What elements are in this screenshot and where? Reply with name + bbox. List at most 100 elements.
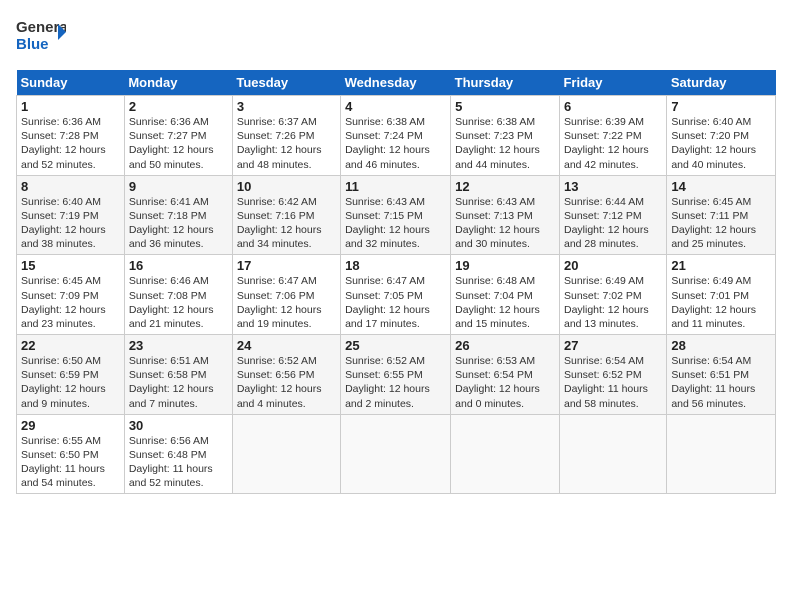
day-info: Sunrise: 6:54 AM Sunset: 6:52 PM Dayligh… <box>564 354 662 411</box>
day-number: 20 <box>564 258 662 273</box>
week-row-1: 1Sunrise: 6:36 AM Sunset: 7:28 PM Daylig… <box>17 96 776 176</box>
day-number: 7 <box>671 99 771 114</box>
day-number: 17 <box>237 258 336 273</box>
weekday-header-monday: Monday <box>124 70 232 96</box>
day-cell <box>341 414 451 494</box>
day-cell: 23Sunrise: 6:51 AM Sunset: 6:58 PM Dayli… <box>124 335 232 415</box>
day-cell: 4Sunrise: 6:38 AM Sunset: 7:24 PM Daylig… <box>341 96 451 176</box>
day-info: Sunrise: 6:52 AM Sunset: 6:56 PM Dayligh… <box>237 354 336 411</box>
day-cell <box>232 414 340 494</box>
day-cell: 19Sunrise: 6:48 AM Sunset: 7:04 PM Dayli… <box>451 255 560 335</box>
day-info: Sunrise: 6:43 AM Sunset: 7:13 PM Dayligh… <box>455 195 555 252</box>
day-info: Sunrise: 6:50 AM Sunset: 6:59 PM Dayligh… <box>21 354 120 411</box>
day-cell: 15Sunrise: 6:45 AM Sunset: 7:09 PM Dayli… <box>17 255 125 335</box>
day-number: 8 <box>21 179 120 194</box>
day-number: 5 <box>455 99 555 114</box>
day-info: Sunrise: 6:45 AM Sunset: 7:11 PM Dayligh… <box>671 195 771 252</box>
day-number: 12 <box>455 179 555 194</box>
day-info: Sunrise: 6:37 AM Sunset: 7:26 PM Dayligh… <box>237 115 336 172</box>
weekday-header-friday: Friday <box>559 70 666 96</box>
day-cell: 25Sunrise: 6:52 AM Sunset: 6:55 PM Dayli… <box>341 335 451 415</box>
calendar-table: SundayMondayTuesdayWednesdayThursdayFrid… <box>16 70 776 494</box>
day-cell: 12Sunrise: 6:43 AM Sunset: 7:13 PM Dayli… <box>451 175 560 255</box>
day-number: 21 <box>671 258 771 273</box>
day-info: Sunrise: 6:38 AM Sunset: 7:23 PM Dayligh… <box>455 115 555 172</box>
day-number: 29 <box>21 418 120 433</box>
day-info: Sunrise: 6:52 AM Sunset: 6:55 PM Dayligh… <box>345 354 446 411</box>
day-info: Sunrise: 6:51 AM Sunset: 6:58 PM Dayligh… <box>129 354 228 411</box>
weekday-header-wednesday: Wednesday <box>341 70 451 96</box>
day-info: Sunrise: 6:55 AM Sunset: 6:50 PM Dayligh… <box>21 434 120 491</box>
logo: GeneralBlue <box>16 16 66 60</box>
day-cell: 21Sunrise: 6:49 AM Sunset: 7:01 PM Dayli… <box>667 255 776 335</box>
day-number: 22 <box>21 338 120 353</box>
day-info: Sunrise: 6:38 AM Sunset: 7:24 PM Dayligh… <box>345 115 446 172</box>
day-number: 11 <box>345 179 446 194</box>
day-number: 18 <box>345 258 446 273</box>
day-cell <box>451 414 560 494</box>
day-number: 26 <box>455 338 555 353</box>
day-cell: 22Sunrise: 6:50 AM Sunset: 6:59 PM Dayli… <box>17 335 125 415</box>
day-cell: 3Sunrise: 6:37 AM Sunset: 7:26 PM Daylig… <box>232 96 340 176</box>
day-info: Sunrise: 6:40 AM Sunset: 7:20 PM Dayligh… <box>671 115 771 172</box>
day-number: 1 <box>21 99 120 114</box>
day-number: 24 <box>237 338 336 353</box>
day-number: 2 <box>129 99 228 114</box>
day-cell: 20Sunrise: 6:49 AM Sunset: 7:02 PM Dayli… <box>559 255 666 335</box>
day-cell: 13Sunrise: 6:44 AM Sunset: 7:12 PM Dayli… <box>559 175 666 255</box>
day-cell: 1Sunrise: 6:36 AM Sunset: 7:28 PM Daylig… <box>17 96 125 176</box>
day-cell: 5Sunrise: 6:38 AM Sunset: 7:23 PM Daylig… <box>451 96 560 176</box>
day-cell: 6Sunrise: 6:39 AM Sunset: 7:22 PM Daylig… <box>559 96 666 176</box>
day-cell: 2Sunrise: 6:36 AM Sunset: 7:27 PM Daylig… <box>124 96 232 176</box>
day-cell: 9Sunrise: 6:41 AM Sunset: 7:18 PM Daylig… <box>124 175 232 255</box>
day-cell: 10Sunrise: 6:42 AM Sunset: 7:16 PM Dayli… <box>232 175 340 255</box>
day-number: 27 <box>564 338 662 353</box>
day-info: Sunrise: 6:42 AM Sunset: 7:16 PM Dayligh… <box>237 195 336 252</box>
day-number: 6 <box>564 99 662 114</box>
header: GeneralBlue <box>16 16 776 60</box>
day-info: Sunrise: 6:47 AM Sunset: 7:06 PM Dayligh… <box>237 274 336 331</box>
day-number: 16 <box>129 258 228 273</box>
day-number: 25 <box>345 338 446 353</box>
day-cell: 8Sunrise: 6:40 AM Sunset: 7:19 PM Daylig… <box>17 175 125 255</box>
day-cell: 17Sunrise: 6:47 AM Sunset: 7:06 PM Dayli… <box>232 255 340 335</box>
day-number: 13 <box>564 179 662 194</box>
day-number: 4 <box>345 99 446 114</box>
day-cell: 24Sunrise: 6:52 AM Sunset: 6:56 PM Dayli… <box>232 335 340 415</box>
day-info: Sunrise: 6:36 AM Sunset: 7:28 PM Dayligh… <box>21 115 120 172</box>
day-info: Sunrise: 6:47 AM Sunset: 7:05 PM Dayligh… <box>345 274 446 331</box>
day-cell: 30Sunrise: 6:56 AM Sunset: 6:48 PM Dayli… <box>124 414 232 494</box>
day-info: Sunrise: 6:46 AM Sunset: 7:08 PM Dayligh… <box>129 274 228 331</box>
week-row-4: 22Sunrise: 6:50 AM Sunset: 6:59 PM Dayli… <box>17 335 776 415</box>
day-number: 14 <box>671 179 771 194</box>
day-cell: 28Sunrise: 6:54 AM Sunset: 6:51 PM Dayli… <box>667 335 776 415</box>
day-number: 19 <box>455 258 555 273</box>
day-info: Sunrise: 6:43 AM Sunset: 7:15 PM Dayligh… <box>345 195 446 252</box>
day-info: Sunrise: 6:39 AM Sunset: 7:22 PM Dayligh… <box>564 115 662 172</box>
week-row-3: 15Sunrise: 6:45 AM Sunset: 7:09 PM Dayli… <box>17 255 776 335</box>
weekday-header-thursday: Thursday <box>451 70 560 96</box>
day-number: 3 <box>237 99 336 114</box>
weekday-header-tuesday: Tuesday <box>232 70 340 96</box>
day-cell <box>667 414 776 494</box>
svg-text:Blue: Blue <box>16 36 49 53</box>
logo-svg: GeneralBlue <box>16 16 66 60</box>
day-info: Sunrise: 6:56 AM Sunset: 6:48 PM Dayligh… <box>129 434 228 491</box>
day-info: Sunrise: 6:45 AM Sunset: 7:09 PM Dayligh… <box>21 274 120 331</box>
day-cell <box>559 414 666 494</box>
day-info: Sunrise: 6:54 AM Sunset: 6:51 PM Dayligh… <box>671 354 771 411</box>
day-info: Sunrise: 6:49 AM Sunset: 7:01 PM Dayligh… <box>671 274 771 331</box>
day-number: 28 <box>671 338 771 353</box>
day-cell: 16Sunrise: 6:46 AM Sunset: 7:08 PM Dayli… <box>124 255 232 335</box>
day-info: Sunrise: 6:36 AM Sunset: 7:27 PM Dayligh… <box>129 115 228 172</box>
day-cell: 26Sunrise: 6:53 AM Sunset: 6:54 PM Dayli… <box>451 335 560 415</box>
day-number: 15 <box>21 258 120 273</box>
day-cell: 27Sunrise: 6:54 AM Sunset: 6:52 PM Dayli… <box>559 335 666 415</box>
page-container: GeneralBlue SundayMondayTuesdayWednesday… <box>0 0 792 502</box>
day-number: 10 <box>237 179 336 194</box>
day-cell: 14Sunrise: 6:45 AM Sunset: 7:11 PM Dayli… <box>667 175 776 255</box>
week-row-2: 8Sunrise: 6:40 AM Sunset: 7:19 PM Daylig… <box>17 175 776 255</box>
weekday-header-saturday: Saturday <box>667 70 776 96</box>
day-info: Sunrise: 6:49 AM Sunset: 7:02 PM Dayligh… <box>564 274 662 331</box>
day-info: Sunrise: 6:48 AM Sunset: 7:04 PM Dayligh… <box>455 274 555 331</box>
